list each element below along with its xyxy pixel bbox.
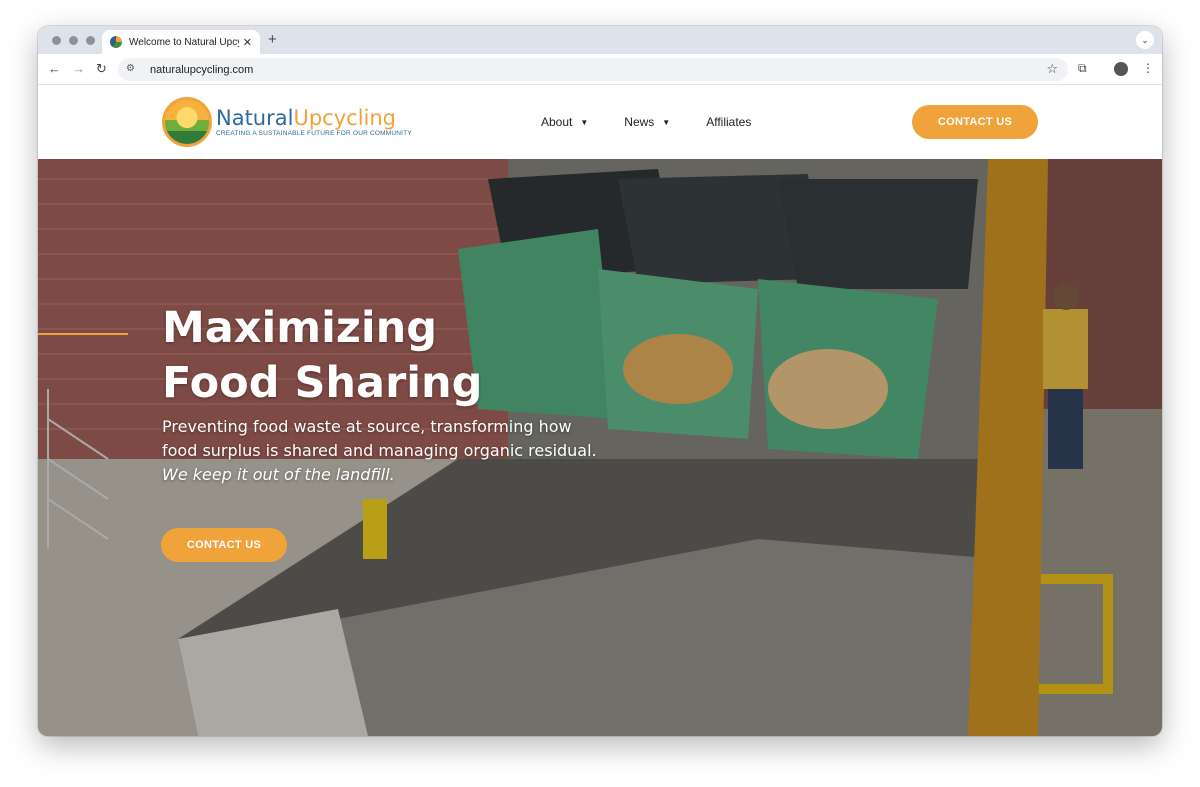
- browser-toolbar: ← → ↻ ⚙ naturalupcycling.com ☆ ⧉ ⋮: [38, 54, 1162, 85]
- hero-subtitle-text: Preventing food waste at source, transfo…: [162, 417, 597, 460]
- tab-search-chevron-down-icon[interactable]: ⌄: [1136, 31, 1154, 49]
- hero-tagline: We keep it out of the landfill.: [162, 465, 395, 484]
- hero-title: Maximizing Food Sharing: [162, 301, 582, 411]
- site-logo[interactable]: NaturalUpcycling CREATING A SUSTAINABLE …: [162, 97, 412, 147]
- header-contact-us-button[interactable]: CONTACT US: [912, 105, 1038, 139]
- nav-item-news[interactable]: News ▼: [624, 115, 670, 129]
- logo-tagline: CREATING A SUSTAINABLE FUTURE FOR OUR CO…: [216, 130, 412, 137]
- bookmark-star-icon[interactable]: ☆: [1046, 61, 1058, 77]
- maximize-window-button[interactable]: [86, 36, 95, 45]
- site-favicon-icon: [110, 36, 122, 48]
- site-header: NaturalUpcycling CREATING A SUSTAINABLE …: [38, 85, 1162, 159]
- logo-name: NaturalUpcycling: [216, 107, 412, 129]
- logo-text: NaturalUpcycling CREATING A SUSTAINABLE …: [216, 107, 412, 137]
- logo-sun-field-icon: [162, 97, 212, 147]
- minimize-window-button[interactable]: [69, 36, 78, 45]
- reload-icon[interactable]: ↻: [96, 61, 107, 77]
- hero-contact-us-button[interactable]: CONTACT US: [161, 528, 287, 562]
- tab-close-icon[interactable]: ✕: [243, 36, 252, 49]
- nav-item-about[interactable]: About ▼: [541, 115, 588, 129]
- address-bar[interactable]: ⚙ naturalupcycling.com ☆: [118, 58, 1068, 81]
- tab-title: Welcome to Natural Upcycling: [129, 36, 239, 48]
- profile-avatar-icon[interactable]: [1114, 62, 1128, 76]
- nav-item-affiliates[interactable]: Affiliates: [706, 115, 751, 129]
- nav-item-label: News: [624, 115, 655, 129]
- hero-section: Maximizing Food Sharing Preventing food …: [38, 159, 1162, 736]
- logo-name-upcycling: Upcycling: [293, 106, 396, 130]
- close-window-button[interactable]: [52, 36, 61, 45]
- logo-name-natural: Natural: [216, 106, 294, 130]
- new-tab-icon[interactable]: +: [268, 31, 277, 48]
- browser-menu-kebab-icon[interactable]: ⋮: [1142, 61, 1154, 75]
- tab-active[interactable]: Welcome to Natural Upcycling ✕: [102, 30, 260, 54]
- back-arrow-icon[interactable]: ←: [48, 61, 61, 76]
- browser-window: Welcome to Natural Upcycling ✕ + ⌄ ← → ↻…: [38, 26, 1162, 736]
- hero-subtitle: Preventing food waste at source, transfo…: [162, 415, 602, 487]
- extensions-puzzle-icon[interactable]: ⧉: [1078, 61, 1087, 76]
- window-controls: [52, 36, 95, 45]
- caret-down-icon: ▼: [662, 117, 671, 127]
- hero-title-line2: Food Sharing: [162, 358, 483, 408]
- caret-down-icon: ▼: [580, 117, 589, 127]
- site-info-icon[interactable]: ⚙: [126, 63, 140, 77]
- main-nav: About ▼ News ▼ Affiliates: [541, 115, 751, 129]
- nav-item-label: Affiliates: [706, 115, 752, 129]
- hero-accent-line: [38, 333, 128, 335]
- hero-title-line1: Maximizing: [162, 303, 437, 353]
- tab-strip: Welcome to Natural Upcycling ✕ + ⌄: [38, 26, 1162, 54]
- nav-item-label: About: [541, 115, 573, 129]
- web-page: NaturalUpcycling CREATING A SUSTAINABLE …: [38, 85, 1162, 736]
- forward-arrow-icon[interactable]: →: [72, 61, 85, 76]
- url-text: naturalupcycling.com: [150, 63, 254, 76]
